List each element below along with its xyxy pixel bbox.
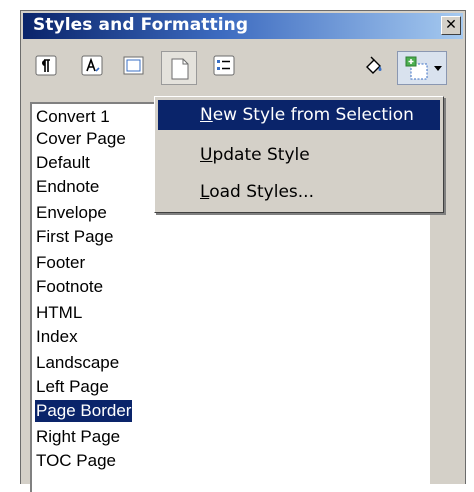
styles-and-formatting-panel: Styles and Formatting ✕ Convert 1 Cover … <box>20 10 466 492</box>
title-bar[interactable]: Styles and Formatting ✕ <box>23 13 463 39</box>
list-item[interactable]: Cover Page <box>35 128 127 150</box>
list-item[interactable]: Convert 1 <box>35 106 111 128</box>
list-item[interactable]: Endnote <box>35 176 100 198</box>
list-item[interactable]: Envelope <box>35 202 108 224</box>
menu-item-load-styles[interactable]: Load Styles... <box>158 177 440 207</box>
menu-item-update-style[interactable]: Update Style <box>158 140 440 170</box>
character-styles-icon <box>81 55 103 76</box>
list-styles-icon <box>213 55 235 76</box>
page-styles-icon <box>171 58 189 80</box>
frame-styles-icon <box>123 56 144 75</box>
character-styles-button[interactable] <box>79 53 105 79</box>
list-item[interactable]: First Page <box>35 226 114 248</box>
frame-styles-button[interactable] <box>121 53 147 79</box>
list-item[interactable]: TOC Page <box>35 450 117 472</box>
close-icon: ✕ <box>445 17 457 33</box>
list-item[interactable]: Left Page <box>35 376 110 398</box>
paragraph-styles-button[interactable] <box>33 53 59 79</box>
new-style-from-selection-button[interactable] <box>397 51 447 85</box>
list-item[interactable]: HTML <box>35 302 83 324</box>
list-item[interactable]: Index <box>35 326 79 348</box>
close-button[interactable]: ✕ <box>441 16 461 35</box>
fill-format-mode-icon <box>366 56 382 74</box>
new-style-from-selection-icon <box>405 56 428 80</box>
paragraph-styles-icon <box>35 55 57 76</box>
list-item[interactable]: Footnote <box>35 276 104 298</box>
list-item[interactable]: Footer <box>35 252 86 274</box>
menu-item-new-style-from-selection[interactable]: New Style from Selection <box>158 100 440 130</box>
fill-format-mode-button[interactable] <box>361 53 387 79</box>
list-item[interactable]: Landscape <box>35 352 120 374</box>
page-styles-button[interactable] <box>161 51 197 85</box>
style-family-toolbar <box>21 51 465 89</box>
new-style-dropdown-menu: New Style from Selection Update Style Lo… <box>154 96 444 213</box>
list-item[interactable]: Right Page <box>35 426 121 448</box>
list-item-selected[interactable]: Page Border <box>35 400 133 422</box>
chevron-down-icon[interactable] <box>434 66 442 71</box>
list-item[interactable]: Default <box>35 152 91 174</box>
list-styles-button[interactable] <box>211 53 237 79</box>
panel-title: Styles and Formatting <box>33 15 249 35</box>
